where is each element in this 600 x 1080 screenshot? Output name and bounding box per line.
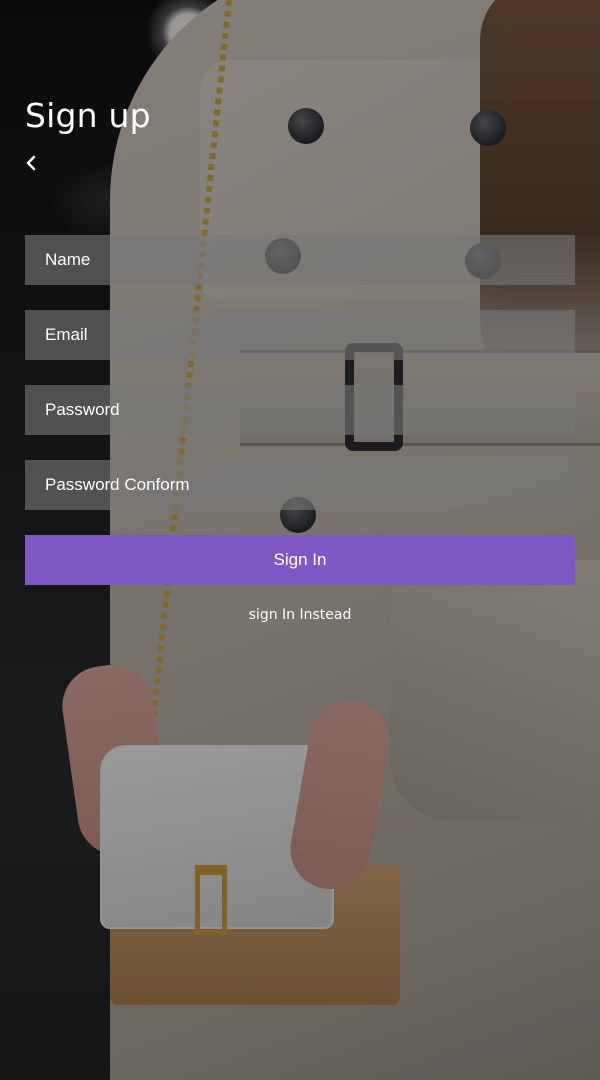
email-field[interactable] (25, 310, 575, 360)
sign-in-instead-link[interactable]: sign In Instead (0, 607, 600, 623)
page-title: Sign up (25, 96, 151, 135)
password-field[interactable] (25, 385, 575, 435)
password-confirm-field[interactable] (25, 460, 575, 510)
sign-in-button[interactable]: Sign In (25, 535, 575, 585)
signup-screen: Sign up Sign In sign In Instead (0, 0, 600, 1080)
back-button[interactable] (20, 150, 42, 176)
chevron-left-icon (26, 155, 36, 171)
name-field[interactable] (25, 235, 575, 285)
